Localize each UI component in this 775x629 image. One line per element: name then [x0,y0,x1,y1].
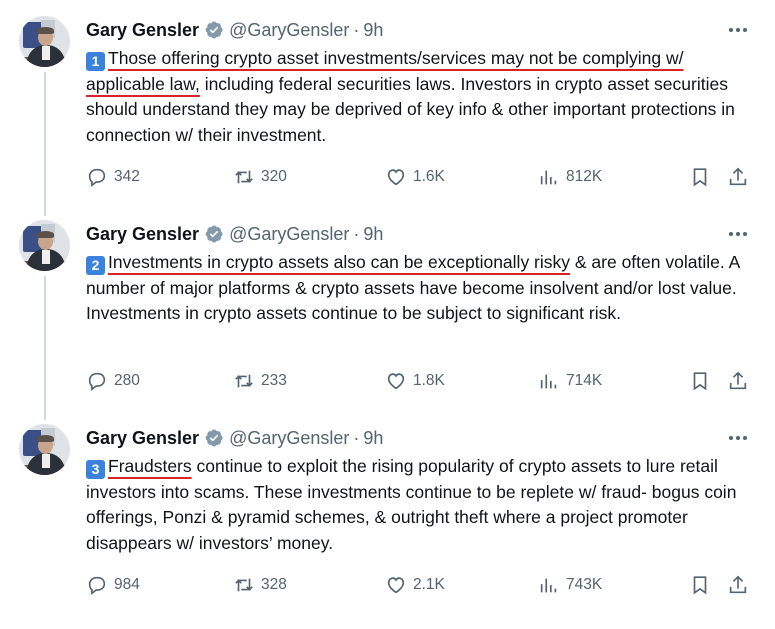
repost-icon [235,170,253,184]
like-button[interactable]: 2.1K [385,573,445,597]
reply-button[interactable]: 280 [86,369,140,393]
timestamp[interactable]: 9h [363,224,383,245]
heart-icon [387,577,405,594]
reply-button[interactable]: 342 [86,165,140,189]
verified-badge-icon [204,224,224,244]
views-chart-icon [540,170,557,185]
repost-button[interactable]: 320 [233,165,287,189]
views-count: 743K [566,576,603,593]
views-chart-icon [540,578,557,593]
like-count: 1.8K [413,372,445,389]
views-chart-icon [540,374,557,389]
separator-dot: · [353,427,360,448]
repost-icon [235,578,253,592]
reply-count: 280 [114,372,140,389]
repost-button[interactable]: 233 [233,369,287,393]
like-button[interactable]: 1.6K [385,165,445,189]
tweet[interactable]: Gary Gensler @GaryGensler · 9h 2 Investme… [0,204,775,408]
repost-button[interactable]: 328 [233,573,287,597]
views-count: 812K [566,168,603,185]
author-handle[interactable]: @GaryGensler [229,428,349,449]
verified-badge-icon [204,20,224,40]
repost-count: 320 [261,168,287,185]
more-dots-icon[interactable] [726,20,750,40]
bookmark-icon [693,168,707,187]
avatar[interactable] [19,16,70,67]
bookmark-button[interactable] [689,369,711,393]
reply-count: 342 [114,168,140,185]
reply-button[interactable]: 984 [86,573,140,597]
reply-icon [88,576,106,596]
bookmark-button[interactable] [689,573,711,597]
like-button[interactable]: 1.8K [385,369,445,393]
author-handle[interactable]: @GaryGensler [229,224,349,245]
avatar[interactable] [19,424,70,475]
repost-count: 233 [261,372,287,389]
bookmark-icon [693,576,707,595]
more-dots-icon[interactable] [726,428,750,448]
repost-count: 328 [261,576,287,593]
timestamp[interactable]: 9h [363,20,383,41]
separator-dot: · [353,19,360,40]
share-icon [729,575,747,594]
tweet-text: 1 Those offering crypto asset investments… [86,46,766,148]
share-button[interactable] [727,573,749,597]
tweet-actions: 342 320 1.6K 812K [86,165,756,189]
more-dots-icon[interactable] [726,224,750,244]
like-count: 2.1K [413,576,445,593]
tweet[interactable]: Gary Gensler @GaryGensler · 9h 3 Fraudste… [0,408,775,629]
bookmark-icon [693,372,707,391]
tweet[interactable]: Gary Gensler @GaryGensler · 9h 1 Those of… [0,0,775,204]
share-icon [729,167,747,186]
share-button[interactable] [727,369,749,393]
avatar[interactable] [19,220,70,271]
number-badge: 1 [86,52,105,71]
author-name[interactable]: Gary Gensler [86,20,199,41]
repost-icon [235,374,253,388]
tweet-header: Gary Gensler @GaryGensler · 9h [86,18,383,42]
author-name[interactable]: Gary Gensler [86,224,199,245]
share-icon [729,371,747,390]
number-badge: 2 [86,256,105,275]
tweet-text: 3 Fraudsters continue to exploit the risi… [86,454,766,556]
highlighted-text: Fraudsters [108,456,192,476]
tweet-text: 2 Investments in crypto assets also can b… [86,250,766,327]
highlighted-text: Investments in crypto assets also can be… [108,252,571,272]
verified-badge-icon [204,428,224,448]
author-handle[interactable]: @GaryGensler [229,20,349,41]
views-button[interactable]: 714K [538,369,602,393]
views-button[interactable]: 743K [538,573,602,597]
heart-icon [387,169,405,186]
reply-count: 984 [114,576,140,593]
heart-icon [387,373,405,390]
bookmark-button[interactable] [689,165,711,189]
separator-dot: · [353,223,360,244]
share-button[interactable] [727,165,749,189]
timestamp[interactable]: 9h [363,428,383,449]
number-badge: 3 [86,460,105,479]
views-button[interactable]: 812K [538,165,602,189]
tweet-actions: 984 328 2.1K 743K [86,573,756,597]
tweet-actions: 280 233 1.8K 714K [86,369,756,393]
reply-icon [88,168,106,188]
tweet-header: Gary Gensler @GaryGensler · 9h [86,222,383,246]
views-count: 714K [566,372,603,389]
tweet-header: Gary Gensler @GaryGensler · 9h [86,426,383,450]
like-count: 1.6K [413,168,445,185]
reply-icon [88,372,106,392]
author-name[interactable]: Gary Gensler [86,428,199,449]
